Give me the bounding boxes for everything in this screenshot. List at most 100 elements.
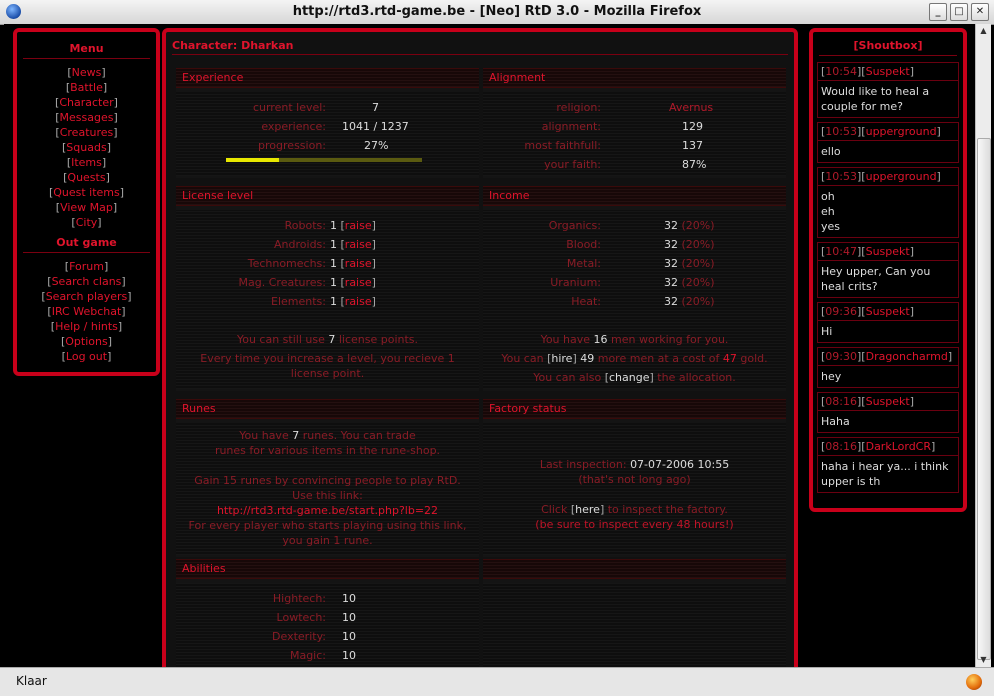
bracket-close: ] bbox=[909, 395, 915, 408]
shout-header: [09:36][Suspekt] bbox=[818, 303, 958, 321]
runes-line2: runes for various items in the rune-shop… bbox=[214, 444, 441, 457]
menu-link[interactable]: Messages bbox=[60, 111, 114, 124]
close-button[interactable]: ✕ bbox=[971, 3, 989, 21]
out-game-title: Out game bbox=[23, 236, 150, 253]
ability-label: Magic: bbox=[289, 649, 326, 662]
raise-link[interactable]: raise bbox=[345, 295, 372, 308]
out-game-link[interactable]: Help / hints bbox=[55, 320, 118, 333]
license-section: License level You can still use 7 licens… bbox=[176, 186, 479, 391]
out-game-link[interactable]: Log out bbox=[66, 350, 107, 363]
raise-link[interactable]: raise bbox=[345, 219, 372, 232]
license-level: 1 bbox=[330, 276, 337, 289]
menu-item[interactable]: [View Map] bbox=[17, 200, 156, 215]
menu-item[interactable]: [Squads] bbox=[17, 140, 156, 155]
menu-item[interactable]: [City] bbox=[17, 215, 156, 230]
menu-item[interactable]: [Messages] bbox=[17, 110, 156, 125]
menu-link[interactable]: Creatures bbox=[60, 126, 114, 139]
out-game-item[interactable]: [IRC Webchat] bbox=[17, 304, 156, 319]
shout-user-link[interactable]: DarkLordCR bbox=[866, 440, 931, 453]
shout-user-link[interactable]: Dragoncharmd bbox=[866, 350, 948, 363]
menu-item[interactable]: [News] bbox=[17, 65, 156, 80]
abilities-title: Abilities bbox=[176, 559, 479, 579]
license-row-label: Technomechs: bbox=[247, 257, 326, 270]
out-game-link[interactable]: Search clans bbox=[52, 275, 122, 288]
menu-link[interactable]: Character bbox=[59, 96, 113, 109]
menu-link[interactable]: Quests bbox=[67, 171, 105, 184]
runes-have-text: You have 7 runes. You can trade bbox=[239, 429, 416, 442]
shoutbox-list[interactable]: [10:54][Suspekt] Would like to heal a cou… bbox=[817, 62, 959, 502]
scroll-thumb[interactable] bbox=[977, 138, 991, 660]
menu-link[interactable]: Items bbox=[71, 156, 102, 169]
raise-link[interactable]: raise bbox=[345, 238, 372, 251]
alignment-title: Alignment bbox=[483, 68, 786, 88]
maximize-button[interactable]: □ bbox=[950, 3, 968, 21]
alignment-value: 129 bbox=[682, 120, 703, 133]
shout-header: [10:54][Suspekt] bbox=[818, 63, 958, 81]
menu-link[interactable]: News bbox=[72, 66, 102, 79]
shout-user-link[interactable]: Suspekt bbox=[866, 245, 910, 258]
bracket-close: ] bbox=[119, 186, 125, 199]
hire-link[interactable]: hire bbox=[551, 352, 572, 365]
hire-text: You can [hire] 49 more men at a cost of … bbox=[501, 352, 768, 365]
referral-link[interactable]: http://rtd3.rtd-game.be/start.php?lb=22 bbox=[176, 503, 479, 518]
menu-item[interactable]: [Quests] bbox=[17, 170, 156, 185]
out-game-item[interactable]: [Options] bbox=[17, 334, 156, 349]
menu-link[interactable]: City bbox=[76, 216, 98, 229]
inspect-link[interactable]: here bbox=[575, 503, 600, 516]
income-amount: 32 bbox=[664, 257, 678, 270]
license-body: You can still use 7 license points. Ever… bbox=[176, 210, 479, 389]
menu-link[interactable]: Squads bbox=[66, 141, 106, 154]
character-header: Character: Dharkan bbox=[172, 39, 788, 55]
bracket-close: ] bbox=[947, 350, 953, 363]
menu-link[interactable]: Quest items bbox=[53, 186, 120, 199]
faith-value: 87% bbox=[682, 158, 707, 171]
scroll-up-arrow-icon[interactable]: ▲ bbox=[976, 24, 991, 38]
runes-body: You have 7 runes. You can trade runes fo… bbox=[176, 423, 479, 555]
factory-title: Factory status bbox=[483, 399, 786, 419]
license-note: Every time you increase a level, you rec… bbox=[200, 352, 455, 380]
menu-item[interactable]: [Character] bbox=[17, 95, 156, 110]
shout-user-link[interactable]: upperground bbox=[866, 125, 937, 138]
experience-title: Experience bbox=[176, 68, 479, 88]
out-game-link[interactable]: Forum bbox=[69, 260, 104, 273]
page-scrollbar[interactable]: ▲ ▼ bbox=[975, 24, 991, 667]
menu-item[interactable]: [Battle] bbox=[17, 80, 156, 95]
out-game-item[interactable]: [Search clans] bbox=[17, 274, 156, 289]
raise-link[interactable]: raise bbox=[345, 257, 372, 270]
license-level: 1 bbox=[330, 238, 337, 251]
menu-item[interactable]: [Creatures] bbox=[17, 125, 156, 140]
out-game-link[interactable]: Search players bbox=[46, 290, 128, 303]
out-game-link[interactable]: Options bbox=[65, 335, 107, 348]
out-game-link[interactable]: IRC Webchat bbox=[52, 305, 122, 318]
menu-link[interactable]: Battle bbox=[70, 81, 103, 94]
license-level: 1 bbox=[330, 257, 337, 270]
firefox-icon bbox=[966, 674, 982, 690]
shout-user-link[interactable]: Suspekt bbox=[866, 395, 910, 408]
religion-value: Avernus bbox=[669, 101, 714, 114]
out-game-item[interactable]: [Help / hints] bbox=[17, 319, 156, 334]
income-row-value: 32 (20%) bbox=[664, 235, 715, 254]
out-game-item[interactable]: [Log out] bbox=[17, 349, 156, 364]
shout-header: [08:16][Suspekt] bbox=[818, 393, 958, 411]
menu-item[interactable]: [Quest items] bbox=[17, 185, 156, 200]
menu-item[interactable]: [Items] bbox=[17, 155, 156, 170]
shout-user-link[interactable]: Suspekt bbox=[866, 65, 910, 78]
change-link[interactable]: change bbox=[609, 371, 649, 384]
raise-link[interactable]: raise bbox=[345, 276, 372, 289]
shout-text: Hi bbox=[821, 325, 833, 338]
men-working-text: You have 16 men working for you. bbox=[540, 333, 729, 346]
menu-link[interactable]: View Map bbox=[60, 201, 113, 214]
window-titlebar: http://rtd3.rtd-game.be - [Neo] RtD 3.0 … bbox=[0, 0, 994, 25]
out-game-item[interactable]: [Forum] bbox=[17, 259, 156, 274]
inspect-text: Click [here] to inspect the factory. bbox=[541, 503, 728, 516]
scroll-down-arrow-icon[interactable]: ▼ bbox=[976, 653, 991, 667]
minimize-button[interactable]: _ bbox=[929, 3, 947, 21]
income-row-label: Metal: bbox=[566, 257, 601, 270]
shout-time: 09:30 bbox=[825, 350, 857, 363]
out-game-item[interactable]: [Search players] bbox=[17, 289, 156, 304]
bracket-close: ] bbox=[371, 257, 376, 270]
ability-label: Hightech: bbox=[272, 592, 326, 605]
income-percent: (20%) bbox=[681, 295, 715, 308]
shout-user-link[interactable]: Suspekt bbox=[866, 305, 910, 318]
shout-user-link[interactable]: upperground bbox=[866, 170, 937, 183]
